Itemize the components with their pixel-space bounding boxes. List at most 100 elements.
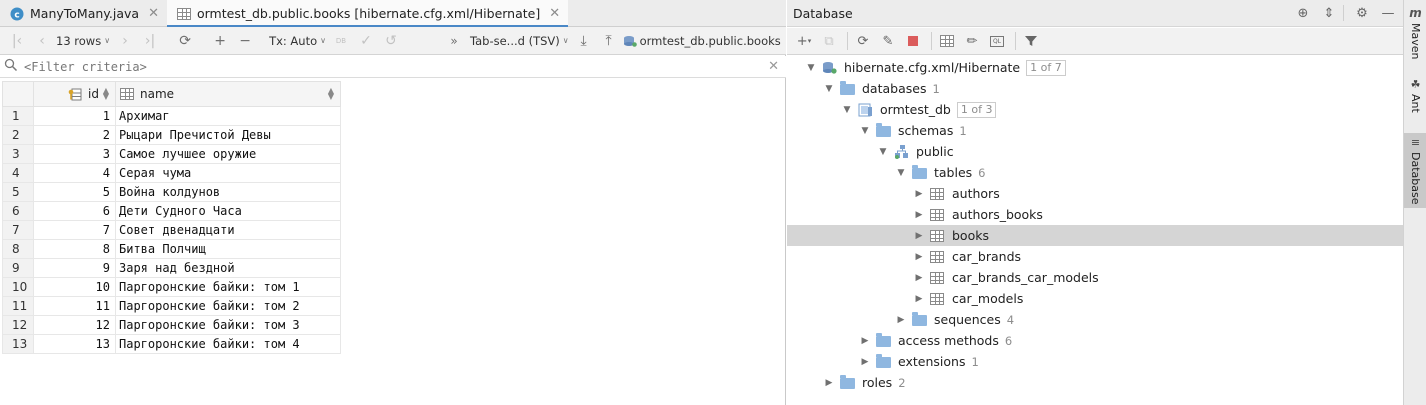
- download-icon[interactable]: ⤓: [573, 30, 595, 52]
- table-row[interactable]: 6 6 Дети Судного Часа: [2, 201, 341, 221]
- row-number[interactable]: 10: [2, 277, 34, 297]
- chevron-down-icon[interactable]: ▼: [896, 168, 906, 178]
- export-format-dropdown[interactable]: Tab-se...d (TSV) ∨: [470, 34, 569, 48]
- tree-node-hibernate-cfg-xml-hibernate[interactable]: ▼ hibernate.cfg.xml/Hibernate 1 of 7: [787, 57, 1403, 78]
- chevron-right-icon[interactable]: ▶: [824, 378, 834, 388]
- minimize-icon[interactable]: —: [1377, 3, 1399, 23]
- cell-id[interactable]: 8: [33, 239, 116, 259]
- tree-node-sequences[interactable]: ▶ sequences 4: [787, 309, 1403, 330]
- chevron-right-icon[interactable]: ▶: [914, 210, 924, 220]
- row-number[interactable]: 11: [2, 296, 34, 316]
- tree-node-schemas[interactable]: ▼ schemas 1: [787, 120, 1403, 141]
- cell-id[interactable]: 5: [33, 182, 116, 202]
- table-row[interactable]: 10 10 Паргоронские байки: том 1: [2, 277, 341, 297]
- chevron-right-icon[interactable]: ▶: [914, 189, 924, 199]
- edit-properties-icon[interactable]: ✎: [877, 30, 899, 52]
- tree-node-public[interactable]: ▼ public: [787, 141, 1403, 162]
- table-view-icon[interactable]: [936, 30, 958, 52]
- row-number[interactable]: 2: [2, 125, 34, 145]
- tree-node-car-brands[interactable]: ▶ car_brands: [787, 246, 1403, 267]
- chevron-down-icon[interactable]: ▼: [878, 147, 888, 157]
- cell-name[interactable]: Война колдунов: [115, 182, 341, 202]
- sort-icon[interactable]: ▲ ▼: [103, 87, 109, 101]
- row-number[interactable]: 13: [2, 334, 34, 354]
- sort-icon[interactable]: ▲ ▼: [328, 87, 334, 101]
- row-number[interactable]: 4: [2, 163, 34, 183]
- table-row[interactable]: 12 12 Паргоронские байки: том 3: [2, 315, 341, 335]
- row-number[interactable]: 3: [2, 144, 34, 164]
- gear-icon[interactable]: ⚙: [1351, 3, 1373, 23]
- maven-tool-button[interactable]: m Maven: [1404, 6, 1426, 66]
- more-icon[interactable]: »: [443, 30, 465, 52]
- chevron-right-icon[interactable]: ▶: [896, 315, 906, 325]
- tree-node-car-brands-car-models[interactable]: ▶ car_brands_car_models: [787, 267, 1403, 288]
- chevron-down-icon[interactable]: ▼: [806, 63, 816, 73]
- cell-name[interactable]: Дети Судного Часа: [115, 201, 341, 221]
- chevron-down-icon[interactable]: ▼: [824, 84, 834, 94]
- cell-name[interactable]: Самое лучшее оружие: [115, 144, 341, 164]
- collapse-all-icon[interactable]: ⇕: [1318, 3, 1340, 23]
- cell-name[interactable]: Серая чума: [115, 163, 341, 183]
- column-header-id[interactable]: id ▲ ▼: [33, 81, 116, 107]
- table-row[interactable]: 7 7 Совет двенадцати: [2, 220, 341, 240]
- stop-icon[interactable]: [902, 30, 924, 52]
- cell-name[interactable]: Рыцари Пречистой Девы: [115, 125, 341, 145]
- filter-input[interactable]: <Filter criteria>: [24, 60, 147, 74]
- table-row[interactable]: 5 5 Война колдунов: [2, 182, 341, 202]
- selection-badge[interactable]: 1 of 3: [956, 101, 997, 118]
- cell-id[interactable]: 12: [33, 315, 116, 335]
- row-number[interactable]: 6: [2, 201, 34, 221]
- tree-node-extensions[interactable]: ▶ extensions 1: [787, 351, 1403, 372]
- clear-filter-icon[interactable]: ✕: [768, 59, 779, 74]
- cell-name[interactable]: Паргоронские байки: том 2: [115, 296, 341, 316]
- target-icon[interactable]: ⊕: [1292, 3, 1314, 23]
- row-number[interactable]: 5: [2, 182, 34, 202]
- table-row[interactable]: 1 1 Архимаг: [2, 106, 341, 126]
- cell-name[interactable]: Паргоронские байки: том 1: [115, 277, 341, 297]
- rows-count-dropdown[interactable]: 13 rows ∨: [56, 34, 110, 48]
- row-number[interactable]: 8: [2, 239, 34, 259]
- refresh-icon[interactable]: ⟳: [852, 30, 874, 52]
- chevron-right-icon[interactable]: ▶: [860, 357, 870, 367]
- tree-node-authors[interactable]: ▶ authors: [787, 183, 1403, 204]
- previous-page-icon[interactable]: ‹: [31, 30, 53, 52]
- tree-node-tables[interactable]: ▼ tables 6: [787, 162, 1403, 183]
- tree-node-ormtest-db[interactable]: ▼ ormtest_db 1 of 3: [787, 99, 1403, 120]
- chevron-right-icon[interactable]: ▶: [914, 273, 924, 283]
- edit-source-icon[interactable]: ✏: [961, 30, 983, 52]
- ant-tool-button[interactable]: ☘ Ant: [1404, 78, 1426, 124]
- cell-id[interactable]: 4: [33, 163, 116, 183]
- tree-node-books[interactable]: ▶ books: [787, 225, 1403, 246]
- tab-books-table[interactable]: ormtest_db.public.books [hibernate.cfg.x…: [166, 0, 569, 28]
- chevron-right-icon[interactable]: ▶: [914, 252, 924, 262]
- filter-icon[interactable]: [1020, 30, 1042, 52]
- cell-name[interactable]: Заря над бездной: [115, 258, 341, 278]
- cell-name[interactable]: Паргоронские байки: том 4: [115, 334, 341, 354]
- row-number[interactable]: 1: [2, 106, 34, 126]
- table-row[interactable]: 8 8 Битва Полчищ: [2, 239, 341, 259]
- cell-id[interactable]: 7: [33, 220, 116, 240]
- tab-many-to-many-java[interactable]: c ManyToMany.java ✕: [0, 0, 167, 27]
- cell-id[interactable]: 10: [33, 277, 116, 297]
- copy-icon[interactable]: ⧉: [818, 30, 840, 52]
- cell-id[interactable]: 6: [33, 201, 116, 221]
- cell-id[interactable]: 9: [33, 258, 116, 278]
- column-header-name[interactable]: name ▲ ▼: [115, 81, 341, 107]
- row-number[interactable]: 12: [2, 315, 34, 335]
- chevron-down-icon[interactable]: ▼: [860, 126, 870, 136]
- console-icon[interactable]: QL: [986, 30, 1008, 52]
- datasource-selector[interactable]: ormtest_db.public.books: [623, 34, 781, 48]
- close-icon[interactable]: ✕: [549, 7, 560, 20]
- selection-badge[interactable]: 1 of 7: [1026, 59, 1066, 76]
- transaction-mode-dropdown[interactable]: Tx: Auto ∨: [269, 34, 326, 48]
- tree-node-access-methods[interactable]: ▶ access methods 6: [787, 330, 1403, 351]
- add-row-icon[interactable]: +: [209, 30, 231, 52]
- first-page-icon[interactable]: |‹: [6, 30, 28, 52]
- delete-row-icon[interactable]: −: [234, 30, 256, 52]
- chevron-down-icon[interactable]: ▼: [842, 105, 852, 115]
- chevron-right-icon[interactable]: ▶: [914, 294, 924, 304]
- tree-node-roles[interactable]: ▶ roles 2: [787, 372, 1403, 393]
- last-page-icon[interactable]: ›|: [139, 30, 161, 52]
- table-row[interactable]: 11 11 Паргоронские байки: том 2: [2, 296, 341, 316]
- tree-node-databases[interactable]: ▼ databases 1: [787, 78, 1403, 99]
